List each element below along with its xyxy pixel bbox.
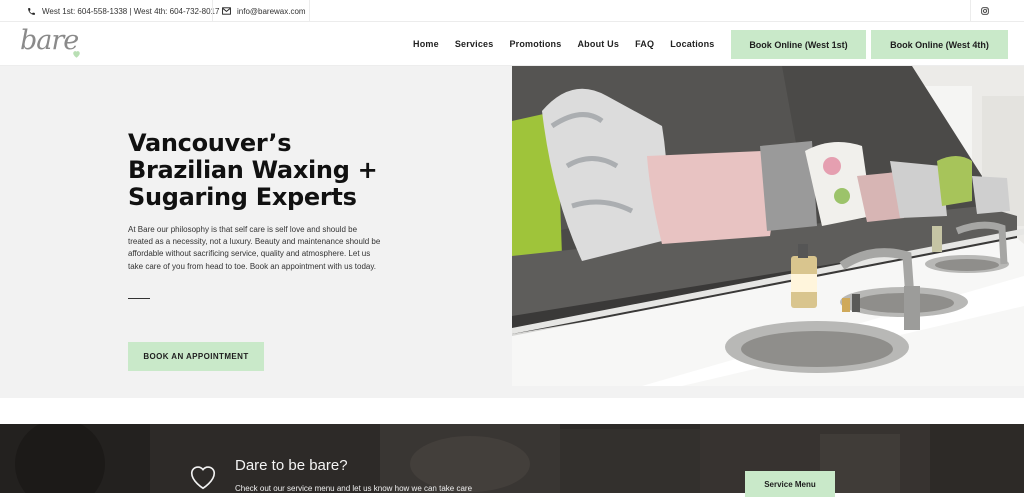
email-address: info@barewax.com — [237, 6, 306, 16]
nav-services[interactable]: Services — [455, 39, 494, 49]
nav-faq[interactable]: FAQ — [635, 39, 654, 49]
divider — [0, 398, 1024, 424]
banner-subtitle: Check out our service menu and let us kn… — [235, 484, 473, 493]
phone-contact[interactable]: West 1st: 604-558-1338 | West 4th: 604-7… — [27, 0, 219, 22]
book-online-west1-button[interactable]: Book Online (West 1st) — [731, 30, 866, 59]
nav-about-us[interactable]: About Us — [577, 39, 619, 49]
nav-home[interactable]: Home — [413, 39, 439, 49]
top-contact-bar: West 1st: 604-558-1338 | West 4th: 604-7… — [0, 0, 1024, 22]
book-appointment-button[interactable]: BOOK AN APPOINTMENT — [128, 342, 264, 371]
divider — [309, 0, 310, 22]
site-header: bare Home Services Promotions About Us F… — [0, 22, 1024, 66]
heart-icon — [72, 45, 81, 63]
nav-promotions[interactable]: Promotions — [509, 39, 561, 49]
service-menu-banner — [0, 424, 1024, 493]
phone-numbers: West 1st: 604-558-1338 | West 4th: 604-7… — [42, 6, 220, 16]
book-online-west4-button[interactable]: Book Online (West 4th) — [871, 30, 1008, 59]
logo[interactable]: bare — [20, 26, 80, 60]
banner-title: Dare to be bare? — [235, 457, 348, 474]
heart-outline-icon — [188, 463, 218, 496]
phone-icon — [27, 7, 36, 16]
hero-title: Vancouver’s Brazilian Waxing + Sugaring … — [128, 129, 378, 211]
email-contact[interactable]: info@barewax.com — [222, 0, 306, 22]
main-nav: Home Services Promotions About Us FAQ Lo… — [413, 22, 731, 66]
hero-description: At Bare our philosophy is that self care… — [128, 225, 381, 271]
salon-interior-photo — [512, 66, 1024, 386]
logo-text: bare — [20, 25, 79, 56]
divider — [512, 386, 1024, 398]
nav-locations[interactable]: Locations — [670, 39, 714, 49]
divider — [970, 0, 971, 22]
divider — [212, 0, 213, 22]
instagram-icon[interactable] — [978, 0, 992, 22]
envelope-icon — [222, 7, 231, 15]
divider — [128, 298, 150, 299]
service-menu-button[interactable]: Service Menu — [745, 471, 835, 497]
